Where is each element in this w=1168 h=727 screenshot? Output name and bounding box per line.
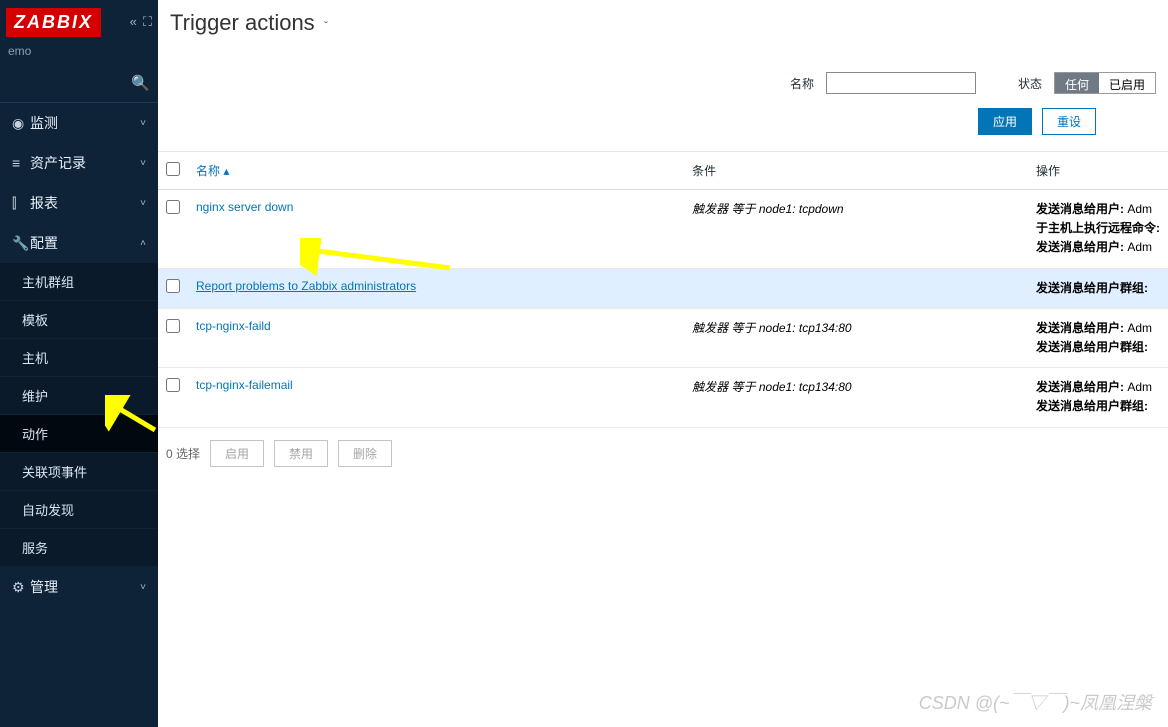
reset-button[interactable]: 重设 bbox=[1042, 108, 1096, 135]
status-enabled[interactable]: 已启用 bbox=[1099, 73, 1155, 93]
filter-name-label: 名称 bbox=[790, 75, 814, 92]
status-toggle[interactable]: 任何 已启用 bbox=[1054, 72, 1156, 94]
nav-item[interactable]: ◉监测˅ bbox=[0, 103, 158, 143]
sidebar-sub-item[interactable]: 主机 bbox=[0, 339, 158, 377]
filter-status-label: 状态 bbox=[1018, 75, 1042, 92]
actions-table: 名称 ▴ 条件 操作 nginx server down 触发器 等于 node1… bbox=[158, 152, 1168, 428]
apply-button[interactable]: 应用 bbox=[978, 108, 1032, 135]
col-cond[interactable]: 条件 bbox=[684, 152, 1028, 190]
chevron-down-icon[interactable]: ˇ bbox=[324, 19, 328, 33]
row-checkbox[interactable] bbox=[166, 200, 180, 214]
page-title-text: Trigger actions bbox=[170, 10, 315, 35]
sidebar: ZABBIX « ⛶ emo 🔍 ◉监测˅≡资产记录˅⫿报表˅🔧配置˄主机群组模… bbox=[0, 0, 158, 727]
operations-cell: 发送消息给用户: Adm发送消息给用户群组: bbox=[1028, 308, 1168, 367]
operations-cell: 发送消息给用户: Adm发送消息给用户群组: bbox=[1028, 368, 1168, 427]
sidebar-sub-item[interactable]: 主机群组 bbox=[0, 263, 158, 301]
operations-cell: 发送消息给用户群组: bbox=[1028, 268, 1168, 308]
col-op[interactable]: 操作 bbox=[1028, 152, 1168, 190]
delete-button[interactable]: 删除 bbox=[338, 440, 392, 467]
condition-cell: 触发器 等于 node1: tcp134:80 bbox=[684, 308, 1028, 367]
col-name[interactable]: 名称 ▴ bbox=[188, 152, 684, 190]
condition-cell: 触发器 等于 node1: tcp134:80 bbox=[684, 368, 1028, 427]
sidebar-sub-item[interactable]: 关联项事件 bbox=[0, 453, 158, 491]
watermark: CSDN @(~￣▽￣)~凤凰涅槃 bbox=[919, 689, 1152, 715]
search-row[interactable]: 🔍 bbox=[0, 68, 158, 103]
row-checkbox[interactable] bbox=[166, 378, 180, 392]
selected-count: 0 选择 bbox=[166, 445, 200, 462]
table-row: tcp-nginx-faild 触发器 等于 node1: tcp134:80发送… bbox=[158, 308, 1168, 367]
action-name-link[interactable]: Report problems to Zabbix administrators bbox=[196, 279, 416, 293]
filter-name-input[interactable] bbox=[826, 72, 976, 94]
operations-cell: 发送消息给用户: Adm于主机上执行远程命令:发送消息给用户: Adm bbox=[1028, 190, 1168, 269]
nav-item[interactable]: ≡资产记录˅ bbox=[0, 143, 158, 183]
select-all-checkbox[interactable] bbox=[166, 162, 180, 176]
condition-cell bbox=[684, 268, 1028, 308]
main: Trigger actions ˇ 名称 状态 任何 已启用 应用 重设 名称 … bbox=[158, 0, 1168, 727]
logo-row: ZABBIX « ⛶ bbox=[0, 0, 158, 44]
enable-button[interactable]: 启用 bbox=[210, 440, 264, 467]
fullscreen-icon[interactable]: ⛶ bbox=[143, 14, 152, 30]
disable-button[interactable]: 禁用 bbox=[274, 440, 328, 467]
table-row: Report problems to Zabbix administrators… bbox=[158, 268, 1168, 308]
action-name-link[interactable]: tcp-nginx-failemail bbox=[196, 378, 293, 392]
row-checkbox[interactable] bbox=[166, 319, 180, 333]
nav-item[interactable]: 🔧配置˄ bbox=[0, 223, 158, 263]
table-row: nginx server down 触发器 等于 node1: tcpdown发送… bbox=[158, 190, 1168, 269]
action-name-link[interactable]: tcp-nginx-faild bbox=[196, 319, 271, 333]
nav-item[interactable]: ⚙管理˅ bbox=[0, 567, 158, 607]
condition-cell: 触发器 等于 node1: tcpdown bbox=[684, 190, 1028, 269]
collapse-icon[interactable]: « bbox=[130, 14, 137, 30]
sidebar-sub-item[interactable]: 模板 bbox=[0, 301, 158, 339]
sidebar-sub-item[interactable]: 动作 bbox=[0, 415, 158, 453]
page-title[interactable]: Trigger actions ˇ bbox=[170, 10, 328, 36]
sidebar-sub-item[interactable]: 服务 bbox=[0, 529, 158, 567]
sidebar-sub-item[interactable]: 维护 bbox=[0, 377, 158, 415]
filter-panel: 名称 状态 任何 已启用 应用 重设 bbox=[158, 60, 1168, 152]
page-header: Trigger actions ˇ bbox=[158, 0, 1168, 60]
table-row: tcp-nginx-failemail 触发器 等于 node1: tcp134:… bbox=[158, 368, 1168, 427]
row-checkbox[interactable] bbox=[166, 279, 180, 293]
action-name-link[interactable]: nginx server down bbox=[196, 200, 293, 214]
status-any[interactable]: 任何 bbox=[1055, 73, 1099, 93]
nav-item[interactable]: ⫿报表˅ bbox=[0, 183, 158, 223]
search-icon[interactable]: 🔍 bbox=[131, 74, 150, 92]
sidebar-sub-item[interactable]: 自动发现 bbox=[0, 491, 158, 529]
footer-bar: 0 选择 启用 禁用 删除 bbox=[158, 428, 1168, 479]
logo[interactable]: ZABBIX bbox=[6, 8, 101, 37]
server-name: emo bbox=[0, 44, 158, 68]
